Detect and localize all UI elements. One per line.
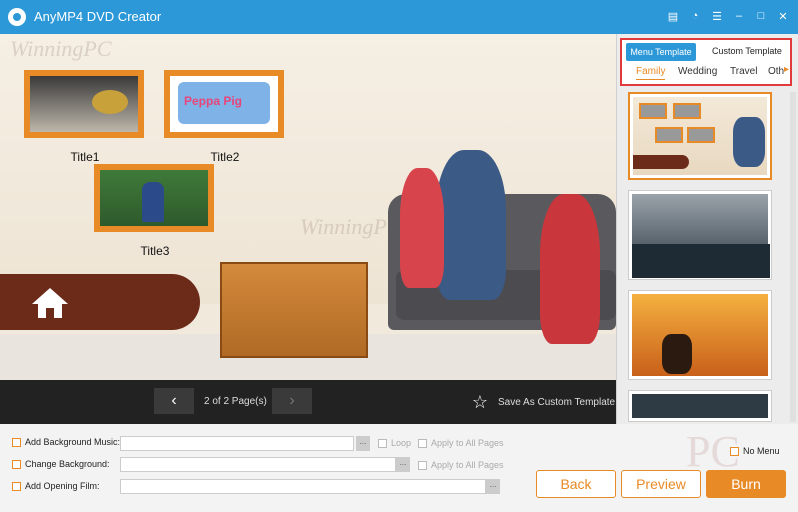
peppa-pig-text: Peppa Pig [184,94,243,108]
app-title: AnyMP4 DVD Creator [34,9,162,24]
title1-thumbnail[interactable] [24,70,144,138]
watermark-text-center: WinningPC [300,214,402,239]
category-travel[interactable]: Travel [730,66,757,77]
chat-icon[interactable]: ◔ [686,7,704,25]
title3-label[interactable]: Title3 [100,244,210,258]
window-controls: ▤ ◔ ☰ – □ ✕ [664,7,792,25]
menu-icon[interactable]: ☰ [708,7,726,25]
template-sea [632,244,770,278]
apply-all-background-checkbox[interactable] [418,460,427,470]
background-music-field[interactable] [120,436,354,451]
minimize-icon[interactable]: – [730,7,748,25]
background-music-checkbox[interactable] [12,437,21,447]
apply-all-background-label: Apply to All Pages [431,460,504,470]
child-image-left [400,168,444,288]
title2-thumbnail[interactable]: Peppa Pig [164,70,284,138]
apply-all-music-label: Apply to All Pages [431,438,504,448]
menu-preview: WinningPC WinningPC Title1 Peppa Pig Tit… [0,34,616,380]
template-thumb [687,127,715,143]
background-music-option[interactable]: Add Background Music: [12,437,120,447]
opening-film-label: Add Opening Film: [25,481,100,491]
apply-all-background-option[interactable]: Apply to All Pages [418,460,504,470]
category-other[interactable]: Oth [768,66,784,77]
change-background-field[interactable] [120,457,396,472]
template-thumb [655,127,683,143]
template-silhouette [662,334,692,374]
previous-page-button[interactable]: ‹ [154,388,194,414]
opening-film-field[interactable] [120,479,486,494]
category-family[interactable]: Family [636,66,666,80]
character-image [142,182,164,222]
background-music-label: Add Background Music: [25,437,121,447]
tab-menu-template[interactable]: Menu Template [626,43,696,61]
opening-film-browse-button[interactable]: ... [486,479,500,494]
watermark-text: WinningPC [10,36,112,61]
apply-all-music-option[interactable]: Apply to All Pages [418,438,504,448]
template-family-2[interactable] [628,190,772,280]
child-image-right [540,194,600,344]
app-logo-icon [8,8,26,26]
no-menu-checkbox[interactable] [730,446,739,456]
pager-bar: ‹ 2 of 2 Page(s) › ☆ Save As Custom Temp… [0,380,616,424]
template-scrollbar[interactable] [790,92,796,422]
file-icon[interactable]: ▤ [664,7,682,25]
maximize-icon[interactable]: □ [752,7,770,25]
page-indicator: 2 of 2 Page(s) [204,396,267,407]
title-bar: AnyMP4 DVD Creator ▤ ◔ ☰ – □ ✕ [0,0,798,34]
opening-film-checkbox[interactable] [12,481,21,491]
template-family-3[interactable] [628,290,772,380]
category-wedding[interactable]: Wedding [678,66,717,77]
change-background-option[interactable]: Change Background: [12,459,110,469]
change-background-browse-button[interactable]: ... [396,457,410,472]
no-menu-label: No Menu [743,446,780,456]
lamp-image [92,90,128,114]
change-background-label: Change Background: [25,459,110,469]
title3-thumbnail[interactable] [94,164,214,232]
next-page-button[interactable]: › [272,388,312,414]
wooden-crate-image [220,262,368,358]
chevron-right-icon[interactable]: ▸ [784,64,792,75]
template-family-1[interactable] [628,92,772,180]
template-home-bar [633,155,689,169]
apply-all-music-checkbox[interactable] [418,438,427,448]
change-background-checkbox[interactable] [12,459,21,469]
tab-custom-template[interactable]: Custom Template [712,46,782,56]
opening-film-option[interactable]: Add Opening Film: [12,481,100,491]
preview-button[interactable]: Preview [621,470,701,498]
burn-button[interactable]: Burn [706,470,786,498]
loop-label: Loop [391,438,412,448]
close-icon[interactable]: ✕ [774,7,792,25]
star-icon[interactable]: ☆ [470,392,490,412]
title2-label[interactable]: Title2 [170,150,280,164]
template-family-4[interactable] [628,390,772,422]
mother-image [436,150,506,300]
loop-checkbox[interactable] [378,438,387,448]
template-people [733,117,765,167]
no-menu-option[interactable]: No Menu [730,446,780,456]
home-icon[interactable] [30,286,70,320]
template-thumb [673,103,701,119]
loop-option[interactable]: Loop [378,438,411,448]
template-thumb [639,103,667,119]
background-music-browse-button[interactable]: ... [356,436,370,451]
title1-label[interactable]: Title1 [30,150,140,164]
back-button[interactable]: Back [536,470,616,498]
save-template-button[interactable]: Save As Custom Template [498,397,615,408]
